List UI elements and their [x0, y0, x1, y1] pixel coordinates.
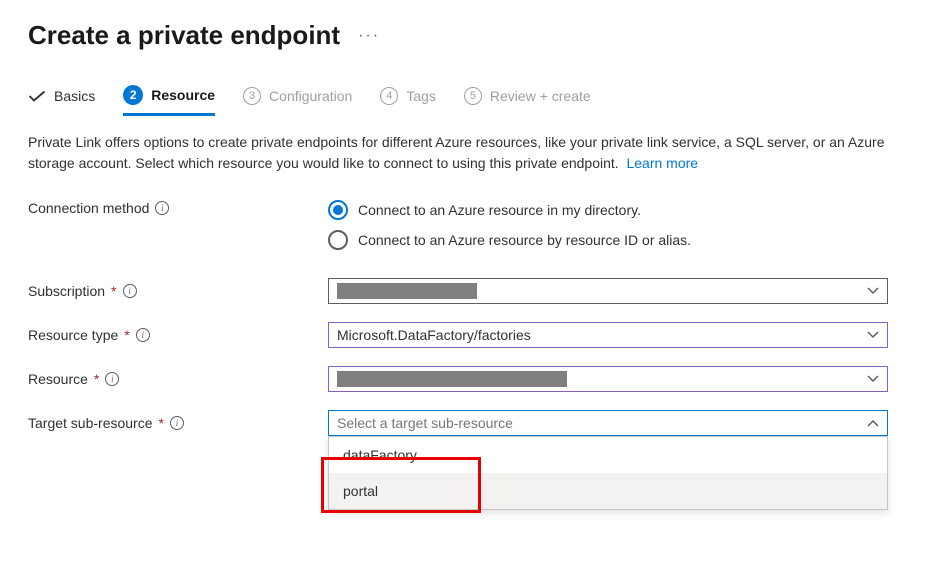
- tab-resource[interactable]: 2 Resource: [123, 85, 215, 116]
- page-title: Create a private endpoint: [28, 20, 340, 51]
- dropdown-option-datafactory[interactable]: dataFactory: [329, 437, 887, 473]
- chevron-up-icon: [867, 419, 879, 427]
- tab-review-create[interactable]: 5 Review + create: [464, 87, 591, 115]
- radio-connect-by-id[interactable]: Connect to an Azure resource by resource…: [328, 230, 888, 250]
- connection-method-label: Connection method: [28, 200, 149, 216]
- check-icon: [28, 90, 46, 102]
- connection-method-radiogroup: Connect to an Azure resource in my direc…: [328, 200, 888, 250]
- required-mark: *: [94, 371, 99, 387]
- required-mark: *: [124, 327, 129, 343]
- subscription-select[interactable]: [328, 278, 888, 304]
- dropdown-option-portal[interactable]: portal: [329, 473, 887, 509]
- required-mark: *: [111, 283, 116, 299]
- resource-type-select[interactable]: Microsoft.DataFactory/factories: [328, 322, 888, 348]
- step-badge: 4: [380, 87, 398, 105]
- resource-label: Resource: [28, 371, 88, 387]
- info-icon[interactable]: i: [136, 328, 150, 342]
- info-icon[interactable]: i: [105, 372, 119, 386]
- radio-icon: [328, 200, 348, 220]
- chevron-down-icon: [867, 331, 879, 339]
- radio-icon: [328, 230, 348, 250]
- tab-label: Review + create: [490, 88, 591, 104]
- target-sub-dropdown: dataFactory portal: [328, 436, 888, 510]
- tab-configuration[interactable]: 3 Configuration: [243, 87, 352, 115]
- info-icon[interactable]: i: [123, 284, 137, 298]
- info-icon[interactable]: i: [170, 416, 184, 430]
- learn-more-link[interactable]: Learn more: [626, 155, 698, 171]
- redacted-value: [337, 371, 567, 387]
- resource-select[interactable]: [328, 366, 888, 392]
- target-sub-select[interactable]: Select a target sub-resource: [328, 410, 888, 436]
- resource-type-value: Microsoft.DataFactory/factories: [337, 327, 531, 343]
- tab-basics[interactable]: Basics: [28, 88, 95, 114]
- required-mark: *: [159, 415, 164, 431]
- radio-connect-directory[interactable]: Connect to an Azure resource in my direc…: [328, 200, 888, 220]
- tab-label: Tags: [406, 88, 436, 104]
- chevron-down-icon: [867, 375, 879, 383]
- redacted-value: [337, 283, 477, 299]
- target-sub-label: Target sub-resource: [28, 415, 153, 431]
- wizard-tabs: Basics 2 Resource 3 Configuration 4 Tags…: [28, 85, 907, 116]
- tab-tags[interactable]: 4 Tags: [380, 87, 436, 115]
- tab-label: Resource: [151, 87, 215, 103]
- more-icon[interactable]: ···: [358, 27, 380, 45]
- target-sub-placeholder: Select a target sub-resource: [337, 415, 513, 431]
- step-badge: 3: [243, 87, 261, 105]
- step-badge: 2: [123, 85, 143, 105]
- chevron-down-icon: [867, 287, 879, 295]
- step-badge: 5: [464, 87, 482, 105]
- info-icon[interactable]: i: [155, 201, 169, 215]
- tab-label: Configuration: [269, 88, 352, 104]
- resource-type-label: Resource type: [28, 327, 118, 343]
- tab-label: Basics: [54, 88, 95, 104]
- intro-text: Private Link offers options to create pr…: [28, 132, 888, 174]
- subscription-label: Subscription: [28, 283, 105, 299]
